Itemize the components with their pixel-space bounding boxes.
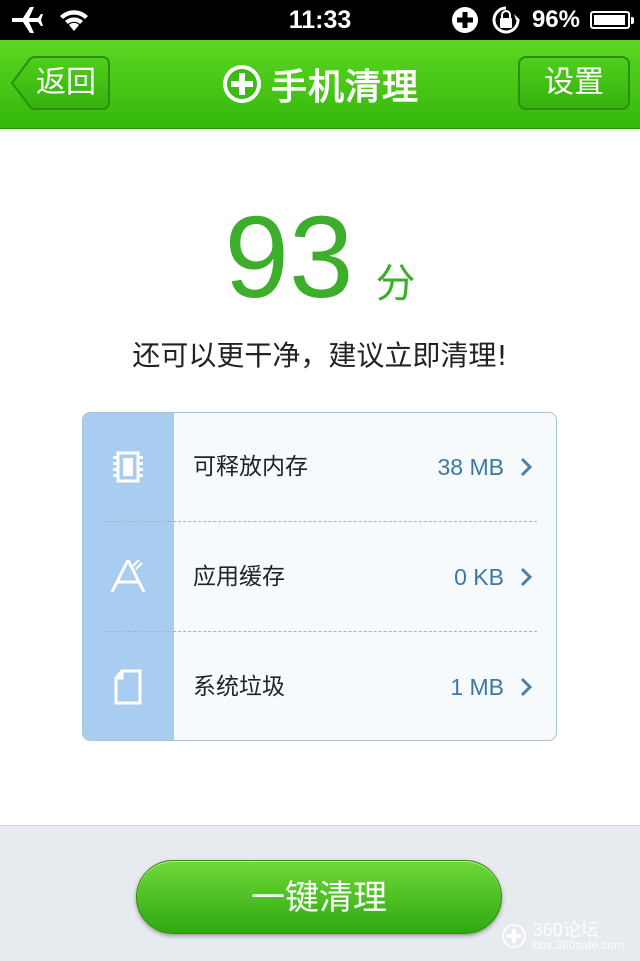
- status-right: 96%: [450, 4, 634, 36]
- list-item-value: 1 MB: [450, 674, 504, 700]
- watermark: 360论坛 bbs.360safe.com: [501, 921, 624, 951]
- watermark-logo-icon: [501, 924, 526, 948]
- main-content: 93 分 还可以更干净，建议立即清理! 可释放内存 38 MB 应用缓存 0 K…: [0, 129, 640, 825]
- advice-text: 还可以更干净，建议立即清理!: [132, 339, 508, 372]
- list-item-label: 可释放内存: [193, 454, 308, 480]
- one-click-clean-button[interactable]: 一键清理: [136, 860, 502, 934]
- status-bar: 11:33 96%: [0, 0, 640, 40]
- list-item-label: 系统垃圾: [193, 674, 285, 700]
- score-display: 93 分: [0, 199, 640, 315]
- app-store-icon: [110, 559, 146, 593]
- score-unit: 分: [375, 261, 416, 307]
- nav-bar: 返回 手机清理 设置: [0, 40, 640, 129]
- battery-icon: [590, 11, 634, 29]
- list-item-system-junk[interactable]: 系统垃圾 1 MB: [83, 633, 556, 740]
- battery-percent: 96%: [531, 6, 580, 33]
- list-item-value: 38 MB: [437, 454, 504, 480]
- memory-chip-icon: [113, 451, 143, 483]
- document-icon: [114, 669, 142, 705]
- row-divider: [103, 521, 537, 522]
- watermark-brand: 360论坛: [532, 920, 599, 940]
- rotation-lock-icon: [492, 6, 520, 34]
- list-item-memory[interactable]: 可释放内存 38 MB: [83, 413, 556, 522]
- page-title: 手机清理: [270, 67, 419, 108]
- chevron-right-icon: [520, 567, 533, 587]
- chevron-right-icon: [520, 677, 533, 697]
- settings-button[interactable]: 设置: [518, 56, 630, 110]
- watermark-url: bbs.360safe.com: [532, 938, 624, 952]
- score-value: 93: [224, 192, 354, 322]
- bottom-bar: 一键清理 360论坛 bbs.360safe.com: [0, 825, 640, 961]
- row-divider: [103, 631, 537, 632]
- list-item-app-cache[interactable]: 应用缓存 0 KB: [83, 523, 556, 632]
- plus-circle-icon: [451, 7, 478, 33]
- list-item-label: 应用缓存: [193, 564, 285, 590]
- plus-logo-icon: [222, 65, 261, 103]
- chevron-right-icon: [520, 457, 533, 477]
- list-item-value: 0 KB: [454, 564, 504, 590]
- cleanup-list: 可释放内存 38 MB 应用缓存 0 KB 系统垃圾 1 MB: [82, 412, 557, 741]
